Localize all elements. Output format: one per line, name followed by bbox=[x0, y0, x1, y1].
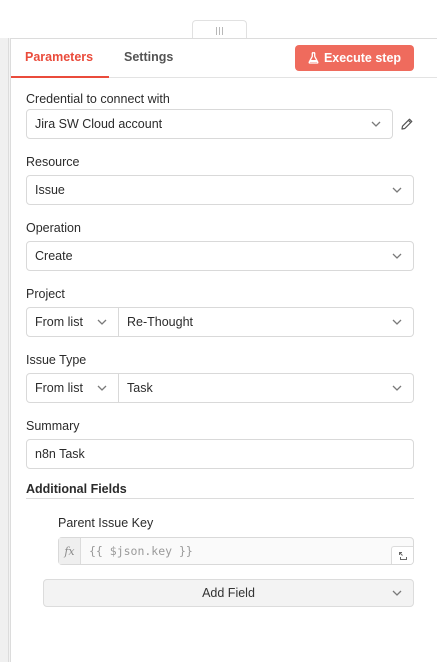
project-mode-select[interactable]: From list bbox=[26, 307, 119, 337]
project-mode-value: From list bbox=[35, 315, 83, 329]
additional-fields-title: Additional Fields bbox=[26, 482, 127, 496]
tab-parameters[interactable]: Parameters bbox=[11, 39, 109, 78]
chevron-down-icon bbox=[392, 253, 402, 259]
chevron-down-icon bbox=[392, 187, 402, 193]
chevron-down-icon bbox=[392, 385, 402, 391]
summary-label: Summary bbox=[26, 419, 80, 433]
fx-icon: fx bbox=[59, 538, 81, 564]
add-field-dropdown[interactable]: Add Field bbox=[43, 579, 414, 607]
add-field-label: Add Field bbox=[202, 586, 255, 600]
project-label: Project bbox=[26, 287, 65, 301]
parent-issue-key-expression: {{ $json.key }} bbox=[89, 544, 193, 558]
chevron-down-icon bbox=[97, 319, 107, 325]
drag-handle[interactable] bbox=[192, 20, 247, 38]
expand-expression-button[interactable] bbox=[391, 546, 413, 564]
operation-select[interactable]: Create bbox=[26, 241, 414, 271]
resource-label: Resource bbox=[26, 155, 80, 169]
section-divider bbox=[26, 498, 414, 499]
issue-type-mode-value: From list bbox=[35, 381, 83, 395]
expand-icon bbox=[398, 551, 407, 560]
execute-step-label: Execute step bbox=[323, 51, 402, 65]
issue-type-select[interactable]: Task bbox=[119, 373, 414, 403]
project-value: Re-Thought bbox=[127, 315, 194, 329]
issue-type-label: Issue Type bbox=[26, 353, 87, 367]
tab-settings[interactable]: Settings bbox=[124, 39, 173, 78]
operation-label: Operation bbox=[26, 221, 81, 235]
project-select[interactable]: Re-Thought bbox=[119, 307, 414, 337]
node-parameters-panel: Parameters Settings Execute step Credent… bbox=[10, 38, 437, 662]
flask-icon bbox=[308, 52, 319, 64]
operation-value: Create bbox=[35, 249, 73, 263]
chevron-down-icon bbox=[392, 319, 402, 325]
top-bar bbox=[0, 0, 437, 38]
issue-type-mode-select[interactable]: From list bbox=[26, 373, 119, 403]
parent-issue-key-label: Parent Issue Key bbox=[58, 516, 154, 530]
tab-bar: Parameters Settings Execute step bbox=[11, 39, 437, 78]
credential-label: Credential to connect with bbox=[26, 92, 170, 106]
edit-credential-icon[interactable] bbox=[400, 117, 414, 131]
resource-value: Issue bbox=[35, 183, 65, 197]
chevron-down-icon bbox=[97, 385, 107, 391]
chevron-down-icon bbox=[392, 590, 402, 596]
resource-select[interactable]: Issue bbox=[26, 175, 414, 205]
summary-value: n8n Task bbox=[35, 447, 85, 461]
chevron-down-icon bbox=[371, 121, 381, 127]
summary-input[interactable]: n8n Task bbox=[26, 439, 414, 469]
parent-issue-key-input[interactable]: fx {{ $json.key }} bbox=[58, 537, 414, 565]
issue-type-value: Task bbox=[127, 381, 153, 395]
execute-step-button[interactable]: Execute step bbox=[295, 45, 414, 71]
credential-select[interactable]: Jira SW Cloud account bbox=[26, 109, 393, 139]
drag-grip-icon bbox=[216, 26, 223, 35]
credential-value: Jira SW Cloud account bbox=[35, 117, 163, 131]
left-panel-edge bbox=[0, 38, 9, 662]
